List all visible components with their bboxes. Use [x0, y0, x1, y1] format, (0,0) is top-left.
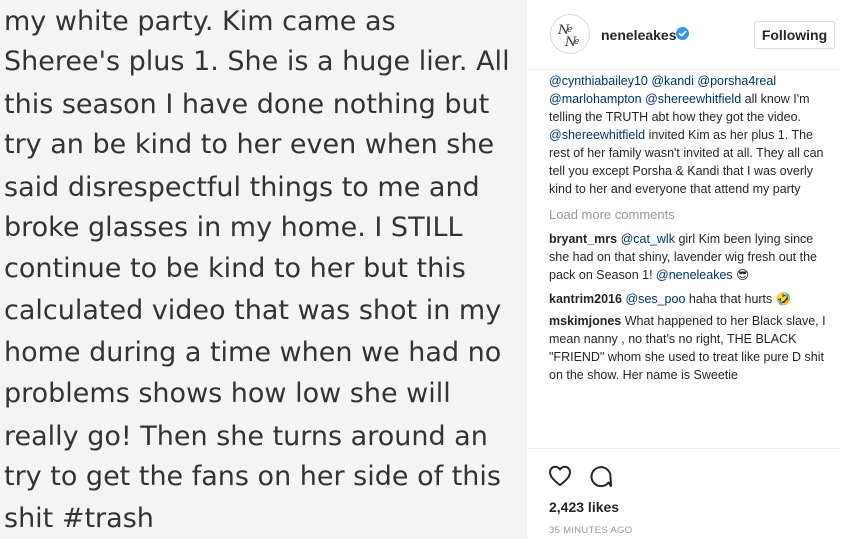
post-header: N e N e neneleakes Following	[527, 0, 841, 70]
comment-item: bryant_mrs @cat_wlk girl Kim been lying …	[549, 230, 829, 284]
mention-link[interactable]: @kandi	[651, 74, 694, 88]
mention-link[interactable]: @marlohampton	[549, 92, 642, 106]
heart-icon[interactable]	[547, 463, 573, 489]
post-image-line: home during a time when we had no	[4, 337, 502, 368]
comments-section: @cynthiabailey10 @kandi @porsha4real @ma…	[549, 70, 829, 455]
following-button[interactable]: Following	[754, 21, 835, 49]
verified-badge-icon	[676, 27, 689, 40]
post-image-line: my white party. Kim came as	[4, 6, 396, 37]
svg-text:e: e	[574, 37, 579, 47]
post-image-line: broke glasses in my home. I STILL	[4, 212, 463, 243]
post-image-line: problems shows how low she will	[4, 378, 451, 409]
post-image-line: calculated video that was shot in my	[4, 295, 502, 326]
username-link[interactable]: neneleakes	[601, 27, 677, 43]
laughing-emoji: 🤣	[775, 292, 792, 306]
mention-link[interactable]: @cat_wlk	[621, 232, 675, 246]
post-panel: N e N e neneleakes Following @cynthiabai…	[526, 0, 841, 539]
likes-count[interactable]: 2,423 likes	[549, 499, 619, 515]
comment-username[interactable]: mskimjones	[549, 314, 621, 328]
load-more-comments-link[interactable]: Load more comments	[549, 206, 829, 224]
post-timestamp: 35 MINUTES AGO	[549, 525, 633, 536]
comment-text: haha that hurts	[688, 292, 773, 306]
comment-username[interactable]: bryant_mrs	[549, 232, 617, 246]
mention-link[interactable]: @cynthiabailey10	[549, 74, 648, 88]
ne-ne-monogram-logo: N e N e	[557, 23, 579, 50]
mention-link[interactable]: @porsha4real	[697, 74, 776, 88]
comment-item: mskimjones What happened to her Black sl…	[549, 312, 829, 384]
action-bar: 2,423 likes 35 MINUTES AGO	[527, 448, 841, 539]
comment-username[interactable]: kantrim2016	[549, 292, 622, 306]
post-image-line: this season I have done nothing but	[4, 89, 490, 120]
comment-icon[interactable]	[588, 463, 614, 489]
mention-link[interactable]: @ses_poo	[625, 292, 685, 306]
caption: @cynthiabailey10 @kandi @porsha4real @ma…	[549, 72, 829, 198]
mention-link[interactable]: @neneleakes	[656, 268, 733, 282]
post-image-line: shit #trash	[4, 503, 154, 534]
post-image-line: really go! Then she turns around an	[4, 421, 488, 452]
post-image-line: Sheree's plus 1. She is a huge lier. All	[4, 46, 510, 77]
post-image-line: try an be kind to her even when she	[4, 129, 495, 160]
post-image-line: said disrespectful things to me and	[4, 172, 480, 203]
svg-text:e: e	[567, 25, 572, 35]
post-image-line: try to get the fans on her side of this	[4, 461, 501, 492]
comment-item: kantrim2016 @ses_poo haha that hurts 🤣	[549, 290, 829, 308]
post-image-line: continue to be kind to her but this	[4, 253, 466, 284]
post-image: my white party. Kim came as Sheree's plu…	[0, 0, 526, 539]
avatar[interactable]: N e N e	[550, 14, 590, 54]
sunglasses-emoji: 😎	[736, 268, 750, 282]
mention-link[interactable]: @shereewhitfield	[645, 92, 741, 106]
mention-link[interactable]: @shereewhitfield	[549, 128, 645, 142]
